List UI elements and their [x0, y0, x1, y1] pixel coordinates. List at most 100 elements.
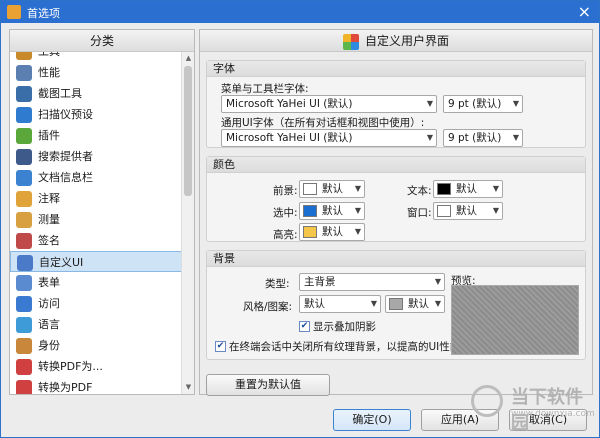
category-scrollbar[interactable]: ▲ ▼: [181, 52, 194, 394]
ui-size-value: 9 pt (默认): [448, 132, 502, 144]
bg-type-label: 类型:: [265, 278, 290, 290]
sidebar-item-label: 自定义UI: [39, 256, 84, 269]
bg-style-color-value: 默认: [408, 298, 429, 310]
settings-panel: 自定义用户界面 字体 菜单与工具栏字体: Microsoft YaHei UI …: [199, 29, 593, 396]
watermark-en: www.downxia.com: [511, 409, 595, 419]
menu-font-value: Microsoft YaHei UI (默认): [226, 98, 353, 110]
ui-size-select[interactable]: 9 pt (默认) ▼: [443, 129, 523, 147]
highlight-swatch: [303, 226, 317, 238]
scroll-thumb[interactable]: [184, 66, 192, 196]
signature-icon: [16, 233, 32, 249]
sidebar-item[interactable]: 表单: [10, 272, 182, 293]
chevron-down-icon: ▼: [512, 99, 519, 108]
selected-color-select[interactable]: 默认 ▼: [299, 202, 365, 220]
menu-size-value: 9 pt (默认): [448, 98, 502, 110]
sidebar-item-label: 截图工具: [38, 87, 82, 100]
color-section: 颜色 前景: 默认 ▼ 选中: 默认 ▼ 高亮: 默认 ▼ 文本: 默认 ▼ 窗口: 默…: [206, 156, 586, 242]
sidebar-item-label: 转换为PDF: [38, 381, 93, 394]
font-section: 字体 菜单与工具栏字体: Microsoft YaHei UI (默认) ▼ 9 …: [206, 60, 586, 148]
sidebar-item[interactable]: 身份: [10, 335, 182, 356]
chevron-down-icon: ▼: [492, 184, 499, 193]
settings-header: 自定义用户界面: [200, 30, 592, 52]
sidebar-item[interactable]: 自定义UI: [10, 251, 182, 272]
comment-icon: [16, 191, 32, 207]
category-header: 分类: [10, 30, 194, 52]
sidebar-item-label: 工具: [38, 52, 60, 58]
sidebar-item-label: 文档信息栏: [38, 171, 93, 184]
sidebar-item[interactable]: 注释: [10, 188, 182, 209]
category-list: 工具性能截图工具扫描仪预设插件搜索提供者文档信息栏注释测量签名自定义UI 表单访问…: [10, 52, 182, 394]
chevron-down-icon: ▼: [426, 133, 433, 142]
sidebar-item-label: 访问: [38, 297, 60, 310]
ui-font-select[interactable]: Microsoft YaHei UI (默认) ▼: [221, 129, 437, 147]
scroll-down-icon[interactable]: ▼: [182, 381, 195, 394]
highlight-color-select[interactable]: 默认 ▼: [299, 223, 365, 241]
sidebar-item[interactable]: 测量: [10, 209, 182, 230]
app-icon: [7, 5, 21, 19]
font-section-title: 字体: [207, 61, 585, 77]
chevron-down-icon: ▼: [426, 99, 433, 108]
sidebar-item[interactable]: 访问: [10, 293, 182, 314]
text-color-select[interactable]: 默认 ▼: [433, 180, 503, 198]
scroll-up-icon[interactable]: ▲: [182, 52, 195, 65]
form-icon: [16, 275, 32, 291]
settings-title: 自定义用户界面: [364, 34, 449, 48]
ui-font-label: 通用UI字体（在所有对话框和视图中使用）:: [221, 117, 425, 129]
sidebar-item[interactable]: 扫描仪预设: [10, 104, 182, 125]
camera-icon: [16, 86, 32, 102]
sidebar-item-label: 扫描仪预设: [38, 108, 93, 121]
foreground-label: 前景:: [273, 185, 298, 197]
selected-swatch: [303, 205, 317, 217]
window-color-select[interactable]: 默认 ▼: [433, 202, 503, 220]
terminal-label: 在终端会话中关闭所有纹理背景，以提高的UI性能: [229, 341, 461, 353]
background-preview: [451, 285, 579, 355]
bg-style-color-select[interactable]: 默认 ▼: [385, 295, 445, 313]
chevron-down-icon: ▼: [434, 277, 441, 286]
color-section-title: 颜色: [207, 157, 585, 173]
highlight-value: 默认: [322, 226, 343, 238]
sidebar-item[interactable]: 插件: [10, 125, 182, 146]
sidebar-item-label: 插件: [38, 129, 60, 142]
bg-style-value: 默认: [304, 298, 325, 310]
bg-type-value: 主背景: [304, 276, 336, 288]
sidebar-item[interactable]: 语言: [10, 314, 182, 335]
title-bar: 首选项 ×: [1, 1, 599, 23]
close-icon[interactable]: ×: [578, 2, 591, 21]
foreground-color-select[interactable]: 默认 ▼: [299, 180, 365, 198]
bg-style-swatch: [389, 298, 403, 310]
sidebar-item[interactable]: 工具: [10, 52, 182, 62]
sidebar-item-label: 表单: [38, 276, 60, 289]
sidebar-item[interactable]: 文档信息栏: [10, 167, 182, 188]
ui-font-value: Microsoft YaHei UI (默认): [226, 132, 353, 144]
foreground-swatch: [303, 183, 317, 195]
reset-defaults-button[interactable]: 重置为默认值: [206, 374, 330, 396]
tools-icon: [16, 52, 32, 60]
info-icon: [16, 170, 32, 186]
ok-button[interactable]: 确定(O): [333, 409, 411, 431]
sidebar-item-label: 注释: [38, 192, 60, 205]
menu-size-select[interactable]: 9 pt (默认) ▼: [443, 95, 523, 113]
terminal-checkbox[interactable]: ✔: [215, 341, 226, 352]
menu-font-select[interactable]: Microsoft YaHei UI (默认) ▼: [221, 95, 437, 113]
sidebar-item[interactable]: 性能: [10, 62, 182, 83]
sidebar-item[interactable]: 签名: [10, 230, 182, 251]
chevron-down-icon: ▼: [354, 227, 361, 236]
chevron-down-icon: ▼: [434, 299, 441, 308]
access-icon: [16, 296, 32, 312]
sidebar-item[interactable]: 转换为PDF: [10, 377, 182, 394]
chevron-down-icon: ▼: [512, 133, 519, 142]
sidebar-item-label: 测量: [38, 213, 60, 226]
language-icon: [16, 317, 32, 333]
bg-type-select[interactable]: 主背景 ▼: [299, 273, 445, 291]
selected-value: 默认: [322, 205, 343, 217]
customize-ui-icon: [342, 33, 359, 50]
convert-from-pdf-icon: [16, 359, 32, 375]
window-swatch: [437, 205, 451, 217]
sidebar-item[interactable]: 搜索提供者: [10, 146, 182, 167]
sidebar-item[interactable]: 截图工具: [10, 83, 182, 104]
bg-style-select[interactable]: 默认 ▼: [299, 295, 381, 313]
shadow-checkbox[interactable]: ✔: [299, 321, 310, 332]
sidebar-item-label: 转换PDF为...: [38, 360, 103, 373]
window-title: 首选项: [27, 7, 60, 20]
sidebar-item[interactable]: 转换PDF为...: [10, 356, 182, 377]
